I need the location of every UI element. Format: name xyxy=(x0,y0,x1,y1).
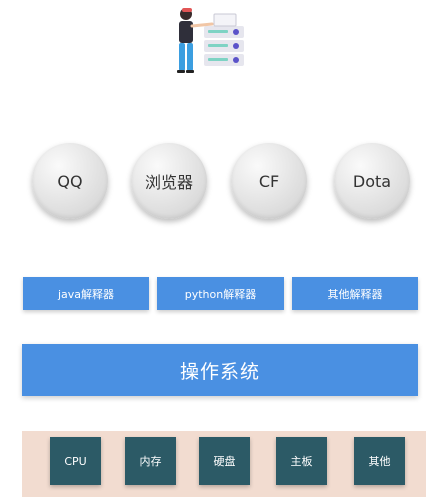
operating-system-box: 操作系统 xyxy=(22,344,418,396)
java-interpreter-label: java解释器 xyxy=(57,287,115,301)
hardware-other-label: 其他 xyxy=(368,455,391,468)
hardware-other: 其他 xyxy=(354,437,405,485)
python-interpreter-label: python解释器 xyxy=(184,287,257,301)
app-dota-label: Dota xyxy=(352,171,392,191)
hardware-disk-label: 硬盘 xyxy=(213,455,236,468)
app-dota: Dota xyxy=(334,143,410,219)
hardware-motherboard-label: 主板 xyxy=(290,455,313,468)
hardware-disk: 硬盘 xyxy=(199,437,250,485)
app-qq: QQ xyxy=(32,143,108,219)
person-with-server-icon xyxy=(170,4,246,80)
operating-system-label: 操作系统 xyxy=(179,360,260,383)
hardware-cpu-label: CPU xyxy=(64,454,87,468)
hardware-memory-label: 内存 xyxy=(139,455,162,468)
hardware-cpu: CPU xyxy=(50,437,101,485)
app-browser-label: 浏览器 xyxy=(144,173,193,192)
app-cf-label: CF xyxy=(258,171,280,191)
app-cf: CF xyxy=(231,143,307,219)
python-interpreter-box: python解释器 xyxy=(157,277,284,310)
other-interpreter-label: 其他解释器 xyxy=(327,287,383,301)
hardware-memory: 内存 xyxy=(125,437,176,485)
java-interpreter-box: java解释器 xyxy=(23,277,149,310)
hardware-motherboard: 主板 xyxy=(276,437,327,485)
other-interpreter-box: 其他解释器 xyxy=(292,277,418,310)
app-browser: 浏览器 xyxy=(131,143,207,219)
app-qq-label: QQ xyxy=(57,171,83,191)
